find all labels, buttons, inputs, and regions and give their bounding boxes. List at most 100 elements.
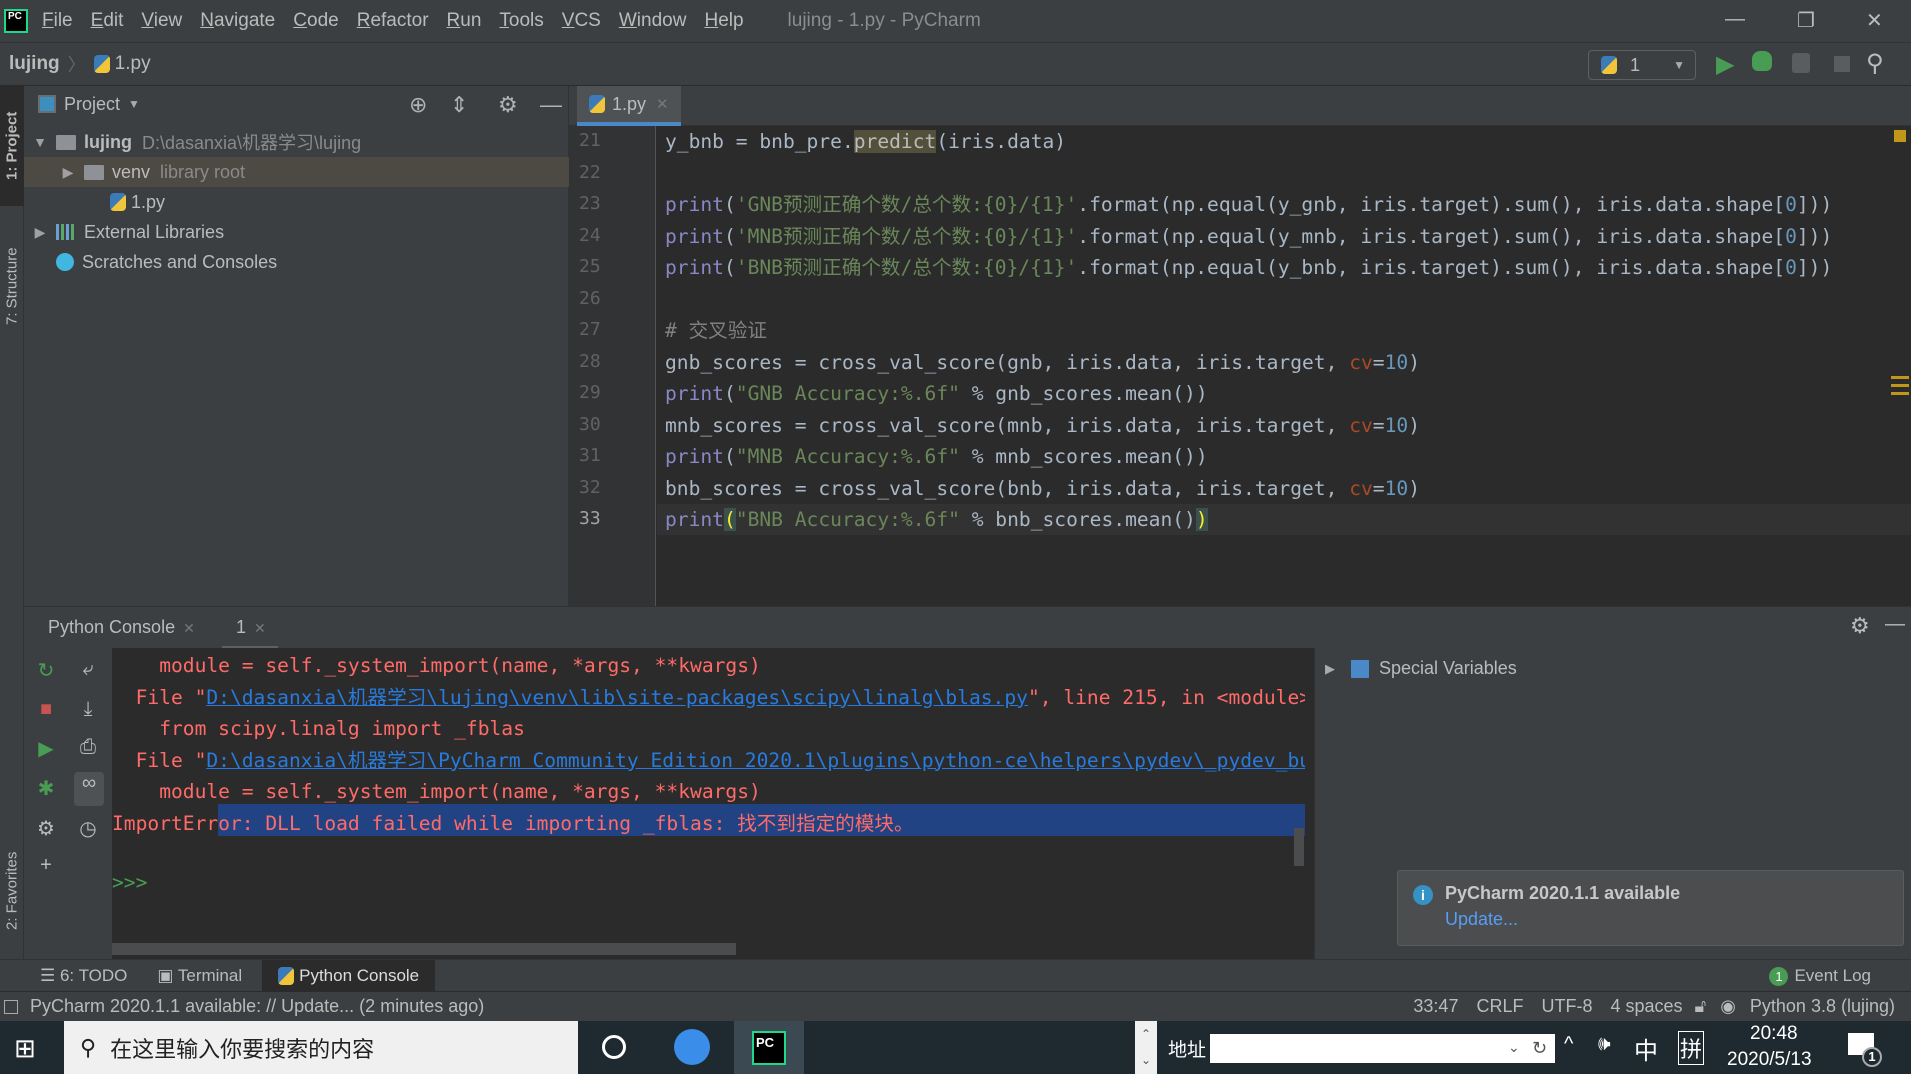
- search-icon[interactable]: ⚲: [1866, 49, 1884, 78]
- code-line[interactable]: print('BNB预测正确个数/总个数:{0}/{1}'.format(np.…: [665, 252, 1832, 283]
- code-line[interactable]: bnb_scores = cross_val_score(bnb, iris.d…: [665, 473, 1420, 504]
- chevron-down-icon[interactable]: ▼: [128, 97, 140, 111]
- code-line[interactable]: print("GNB Accuracy:%.6f" % gnb_scores.m…: [665, 378, 1208, 409]
- close-tab-icon[interactable]: ✕: [183, 620, 195, 636]
- ime-language[interactable]: 中: [1634, 1031, 1658, 1066]
- restore-button[interactable]: ❐: [1797, 8, 1815, 33]
- code-line[interactable]: print('GNB预测正确个数/总个数:{0}/{1}'.format(np.…: [665, 189, 1832, 220]
- menu-file[interactable]: File: [42, 10, 73, 32]
- print-icon[interactable]: ⎙: [68, 736, 108, 759]
- chevron-down-icon[interactable]: ⌄: [1508, 1039, 1520, 1056]
- clock-time[interactable]: 20:48: [1750, 1023, 1798, 1045]
- menu-edit[interactable]: Edit: [91, 10, 124, 32]
- special-variables-node[interactable]: ▶ Special Variables: [1325, 658, 1517, 679]
- project-view-selector[interactable]: Project: [64, 94, 120, 115]
- locate-icon[interactable]: ⊕: [409, 92, 427, 118]
- collapsed-arrow-icon[interactable]: ▶: [30, 224, 50, 241]
- debug-icon[interactable]: [1752, 51, 1772, 71]
- toggle-tool-windows-icon[interactable]: [4, 999, 18, 1014]
- taskbar-search-box[interactable]: ⚲ 在这里输入你要搜索的内容: [64, 1021, 578, 1074]
- file-link[interactable]: D:\dasanxia\机器学习\PyCharm Community Editi…: [206, 749, 1305, 772]
- console-line[interactable]: ImportError: DLL load failed while impor…: [112, 808, 914, 839]
- code-line[interactable]: y_bnb = bnb_pre.predict(iris.data): [665, 126, 1066, 157]
- tree-item-lujing[interactable]: ▼ lujing D:\dasanxia\机器学习\lujing: [24, 127, 569, 157]
- close-button[interactable]: ✕: [1866, 8, 1883, 33]
- console-prompt[interactable]: >>>: [112, 867, 147, 898]
- stop-icon[interactable]: [1834, 56, 1850, 72]
- minimize-button[interactable]: —: [1725, 8, 1745, 31]
- update-link[interactable]: Update...: [1445, 909, 1518, 930]
- clock-date[interactable]: 2020/5/13: [1727, 1049, 1812, 1071]
- address-input[interactable]: ⌄ ↻: [1210, 1034, 1555, 1063]
- run-configuration-dropdown[interactable]: 1 ▼: [1588, 50, 1696, 80]
- soft-wrap-icon[interactable]: ⤶: [68, 658, 108, 681]
- python-interpreter[interactable]: Python 3.8 (lujing): [1750, 996, 1895, 1017]
- rerun-icon[interactable]: ↻: [26, 658, 66, 683]
- code-line[interactable]: print("MNB Accuracy:%.6f" % mnb_scores.m…: [665, 441, 1208, 472]
- menu-tools[interactable]: Tools: [499, 10, 543, 32]
- gear-icon[interactable]: ⚙: [1850, 613, 1870, 639]
- close-tab-icon[interactable]: ✕: [254, 620, 266, 636]
- show-variables-icon[interactable]: ∞: [74, 772, 104, 806]
- caret-position[interactable]: 33:47: [1413, 996, 1458, 1017]
- python-console-tool-button[interactable]: Python Console: [262, 959, 436, 992]
- console-output[interactable]: module = self._system_import(name, *args…: [112, 648, 1305, 959]
- project-tool-tab[interactable]: 1: Project: [0, 86, 24, 206]
- code-line[interactable]: gnb_scores = cross_val_score(gnb, iris.d…: [665, 347, 1420, 378]
- tab-1py[interactable]: 1.py ✕: [577, 86, 681, 126]
- menu-run[interactable]: Run: [447, 10, 482, 32]
- tree-item-venv[interactable]: ▶ venv library root: [24, 157, 569, 187]
- dingtalk-icon[interactable]: [674, 1029, 710, 1065]
- breadcrumb-file[interactable]: 1.py: [115, 53, 151, 75]
- menu-vcs[interactable]: VCS: [562, 10, 601, 32]
- line-separator[interactable]: CRLF: [1476, 996, 1523, 1017]
- horizontal-scrollbar[interactable]: [112, 943, 736, 955]
- history-icon[interactable]: ◷: [68, 816, 108, 841]
- volume-icon[interactable]: 🕪︎: [1598, 1033, 1611, 1056]
- cortana-icon[interactable]: [602, 1035, 626, 1059]
- vertical-scrollbar[interactable]: [1294, 828, 1304, 866]
- event-log-button[interactable]: 1 Event Log: [1769, 966, 1871, 986]
- coverage-icon[interactable]: [1792, 53, 1810, 73]
- tree-item-external-libraries[interactable]: ▶ External Libraries: [24, 217, 569, 247]
- new-console-icon[interactable]: +: [26, 854, 66, 877]
- show-hidden-icons[interactable]: ^: [1564, 1033, 1573, 1056]
- console-line[interactable]: File "D:\dasanxia\机器学习\PyCharm Community…: [112, 745, 1305, 776]
- close-tab-icon[interactable]: ✕: [656, 95, 669, 113]
- collapsed-arrow-icon[interactable]: ▶: [1325, 661, 1335, 677]
- collapsed-arrow-icon[interactable]: ▶: [58, 164, 78, 181]
- tab-python-console[interactable]: Python Console ✕: [48, 617, 195, 638]
- console-line[interactable]: from scipy.linalg import _fblas: [112, 713, 525, 744]
- menu-navigate[interactable]: Navigate: [200, 10, 275, 32]
- unlock-icon[interactable]: 🔓︎: [1695, 996, 1707, 1017]
- stop-icon[interactable]: ■: [26, 698, 66, 721]
- code-line[interactable]: print('MNB预测正确个数/总个数:{0}/{1}'.format(np.…: [665, 221, 1832, 252]
- hide-icon[interactable]: —: [540, 92, 562, 118]
- file-encoding[interactable]: UTF-8: [1541, 996, 1592, 1017]
- structure-tool-tab[interactable]: 7: Structure: [0, 216, 24, 356]
- code-line[interactable]: # 交叉验证: [665, 315, 767, 346]
- menu-refactor[interactable]: Refactor: [357, 10, 429, 32]
- terminal-tool-button[interactable]: ▣ Terminal: [157, 966, 242, 986]
- menu-window[interactable]: Window: [619, 10, 687, 32]
- expanded-arrow-icon[interactable]: ▼: [30, 134, 50, 150]
- menu-help[interactable]: Help: [704, 10, 743, 32]
- console-line[interactable]: module = self._system_import(name, *args…: [112, 776, 761, 807]
- tab-console-1[interactable]: 1 ✕: [222, 617, 278, 650]
- favorites-tool-tab[interactable]: 2: Favorites: [0, 816, 24, 966]
- execute-icon[interactable]: ▶: [26, 736, 66, 761]
- menu-view[interactable]: View: [141, 10, 182, 32]
- todo-tool-button[interactable]: ☰ 6: TODO: [40, 966, 127, 986]
- menu-code[interactable]: Code: [293, 10, 338, 32]
- windows-start-icon[interactable]: ⊞: [14, 1033, 36, 1064]
- tree-item-1py[interactable]: 1.py: [24, 187, 569, 217]
- toolbar-scroll-icon[interactable]: ⌃ ⌄: [1135, 1021, 1157, 1074]
- breadcrumb-project[interactable]: lujing: [9, 53, 60, 75]
- scroll-to-end-icon[interactable]: ⤓: [68, 698, 108, 721]
- inspector-icon[interactable]: ◉: [1720, 996, 1736, 1017]
- code-line[interactable]: print("BNB Accuracy:%.6f" % bnb_scores.m…: [665, 504, 1208, 535]
- tree-item-scratches[interactable]: Scratches and Consoles: [24, 247, 569, 277]
- run-icon[interactable]: ▶: [1716, 50, 1734, 79]
- gear-icon[interactable]: ⚙: [498, 92, 518, 118]
- pycharm-taskbar-button[interactable]: PC: [734, 1021, 804, 1074]
